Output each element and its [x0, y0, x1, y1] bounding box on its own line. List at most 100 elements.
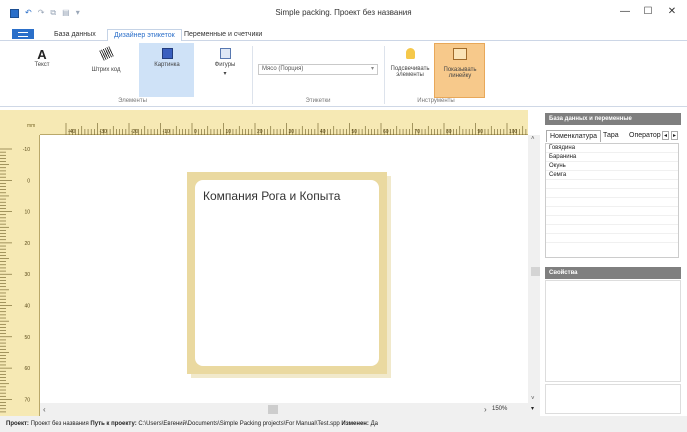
vertical-ruler: -10 0 10 20 30 40 50 60 70	[0, 135, 40, 416]
list-item	[546, 225, 678, 234]
tab-tare[interactable]: Тара	[600, 130, 622, 142]
ribbon-tabs	[0, 26, 687, 41]
ruler-tick-label: 50	[24, 335, 30, 341]
list-item[interactable]: Окунь	[546, 162, 678, 171]
list-item[interactable]: Семга	[546, 171, 678, 180]
zoom-level[interactable]: 150%	[492, 406, 507, 412]
ruler-tick-label: -10	[23, 147, 30, 153]
text-icon: A	[37, 47, 47, 62]
shapes-button[interactable]: Фигуры ▾	[208, 48, 242, 77]
tab-variables[interactable]: Переменные и счетчики	[178, 29, 268, 41]
list-item[interactable]: Баранина	[546, 153, 678, 162]
ruler-tick-label: 30	[289, 129, 295, 135]
chevron-down-icon: ▾	[370, 66, 374, 72]
hamburger-icon	[18, 31, 28, 37]
ruler-tick-label: 0	[194, 129, 197, 135]
text-button-label: Текст	[34, 62, 50, 68]
window-title: Simple packing. Проект без названия	[275, 8, 412, 17]
ruler-tick-label: 20	[24, 241, 30, 247]
ruler-tick-label: -30	[100, 129, 107, 135]
zoom-dropdown-icon[interactable]: ▾	[531, 405, 534, 412]
group-label-tools: Инструменты	[417, 98, 455, 104]
tab-label-designer[interactable]: Дизайнер этикеток	[107, 29, 182, 41]
horizontal-ruler: -40 -30 -20 -10 0 10 20 30 40 50 60 70 80 90 100	[40, 110, 528, 135]
ruler-tick-label: 70	[24, 397, 30, 403]
barcode-button[interactable]: Штрих код	[88, 46, 124, 73]
ruler-tick-label: 60	[383, 129, 389, 135]
ruler-tick-label: 40	[24, 304, 30, 310]
label-select[interactable]: Мясо (Порция) ▾	[258, 64, 378, 75]
show-ruler-label: Показывать линейку	[443, 67, 477, 79]
ruler-icon	[453, 48, 467, 60]
scroll-thumb[interactable]	[268, 405, 278, 414]
ruler-tick-label: -10	[163, 129, 170, 135]
ruler-tick-label: -40	[68, 129, 75, 135]
status-bar: Проект: Проект без названия Путь к проек…	[0, 416, 687, 432]
close-button[interactable]: ✕	[665, 6, 679, 17]
ruler-tick-label: 90	[478, 129, 484, 135]
tab-operator[interactable]: Оператор	[626, 130, 664, 142]
list-item[interactable]: Говядина	[546, 144, 678, 153]
minimize-button[interactable]: —	[618, 6, 632, 17]
lightbulb-icon	[405, 48, 415, 59]
horizontal-scrollbar[interactable]: ‹ › 150%	[40, 403, 528, 416]
tab-database[interactable]: База данных	[48, 29, 102, 41]
barcode-icon	[98, 46, 114, 61]
maximize-button[interactable]: ☐	[641, 6, 655, 17]
list-item	[546, 180, 678, 189]
picture-button-label: Картинка	[154, 62, 180, 68]
ruler-tick-label: 40	[320, 129, 326, 135]
tab-scroll-right-icon[interactable]: ▸	[671, 131, 679, 140]
chevron-down-icon: ▾	[223, 71, 227, 77]
vertical-ruler-ticks: -10 0 10 20 30 40 50 60 70	[0, 147, 30, 413]
picture-button[interactable]: Картинка	[141, 48, 193, 68]
panel-splitter-handle[interactable]	[531, 267, 540, 276]
changed-label: Изменен:	[341, 421, 369, 427]
file-menu-button[interactable]	[12, 29, 34, 39]
scroll-left-icon[interactable]: ‹	[43, 405, 46, 414]
ruler-tick-label: 50	[352, 129, 358, 135]
horizontal-ruler-ticks: -40 -30 -20 -10 0 10 20 30 40 50 60 70 80 90 100	[65, 123, 527, 135]
ruler-corner: mm	[0, 110, 40, 135]
label-body	[195, 180, 379, 366]
list-item	[546, 198, 678, 207]
scroll-corner: ▾	[528, 403, 540, 416]
highlight-elements-label: Подсвечивать элементы	[390, 66, 430, 78]
scroll-down-icon[interactable]: ˅	[531, 396, 535, 402]
label-text-element[interactable]: Компания Рога и Копыта	[203, 189, 340, 203]
tab-nomenclature[interactable]: Номенклатура	[546, 130, 601, 142]
picture-icon	[161, 48, 173, 59]
ruler-tick-label: -20	[131, 129, 138, 135]
ruler-unit: mm	[27, 123, 36, 129]
ribbon-separator	[252, 46, 253, 104]
label-select-value: Мясо (Порция)	[262, 66, 304, 72]
ruler-tick-label: 100	[509, 129, 518, 135]
shapes-button-label: Фигуры	[214, 62, 236, 68]
scroll-up-icon[interactable]: ˄	[531, 136, 535, 142]
path-label: Путь к проекту:	[90, 421, 137, 427]
list-item	[546, 207, 678, 216]
list-item	[546, 216, 678, 225]
scroll-right-icon[interactable]: ›	[484, 405, 487, 414]
path-value: C:\Users\Евгений\Documents\Simple Packin…	[138, 421, 340, 427]
ruler-tick-label: 20	[257, 129, 263, 135]
property-description	[545, 384, 681, 414]
tab-scroll-left-icon[interactable]: ◂	[662, 131, 670, 140]
nomenclature-list: Говядина Баранина Окунь Семга	[545, 143, 679, 258]
list-item	[546, 234, 678, 243]
show-ruler-button[interactable]: Показывать линейку	[436, 48, 484, 79]
properties-panel-header: Свойства	[545, 267, 681, 279]
shapes-icon	[219, 48, 231, 59]
database-panel-header: База данных и переменные	[545, 113, 681, 125]
ruler-tick-label: 10	[24, 210, 30, 216]
project-label: Проект:	[6, 421, 29, 427]
properties-grid[interactable]	[545, 280, 681, 382]
ruler-tick-label: 60	[24, 366, 30, 372]
ruler-tick-label: 80	[446, 129, 452, 135]
list-item	[546, 189, 678, 198]
group-label-labels: Этикетки	[305, 98, 331, 104]
highlight-elements-button[interactable]: Подсвечивать элементы	[388, 48, 432, 78]
text-button[interactable]: A Текст	[30, 47, 54, 69]
ruler-tick-label: 10	[226, 129, 232, 135]
group-label-elements: Элементы	[118, 98, 147, 104]
